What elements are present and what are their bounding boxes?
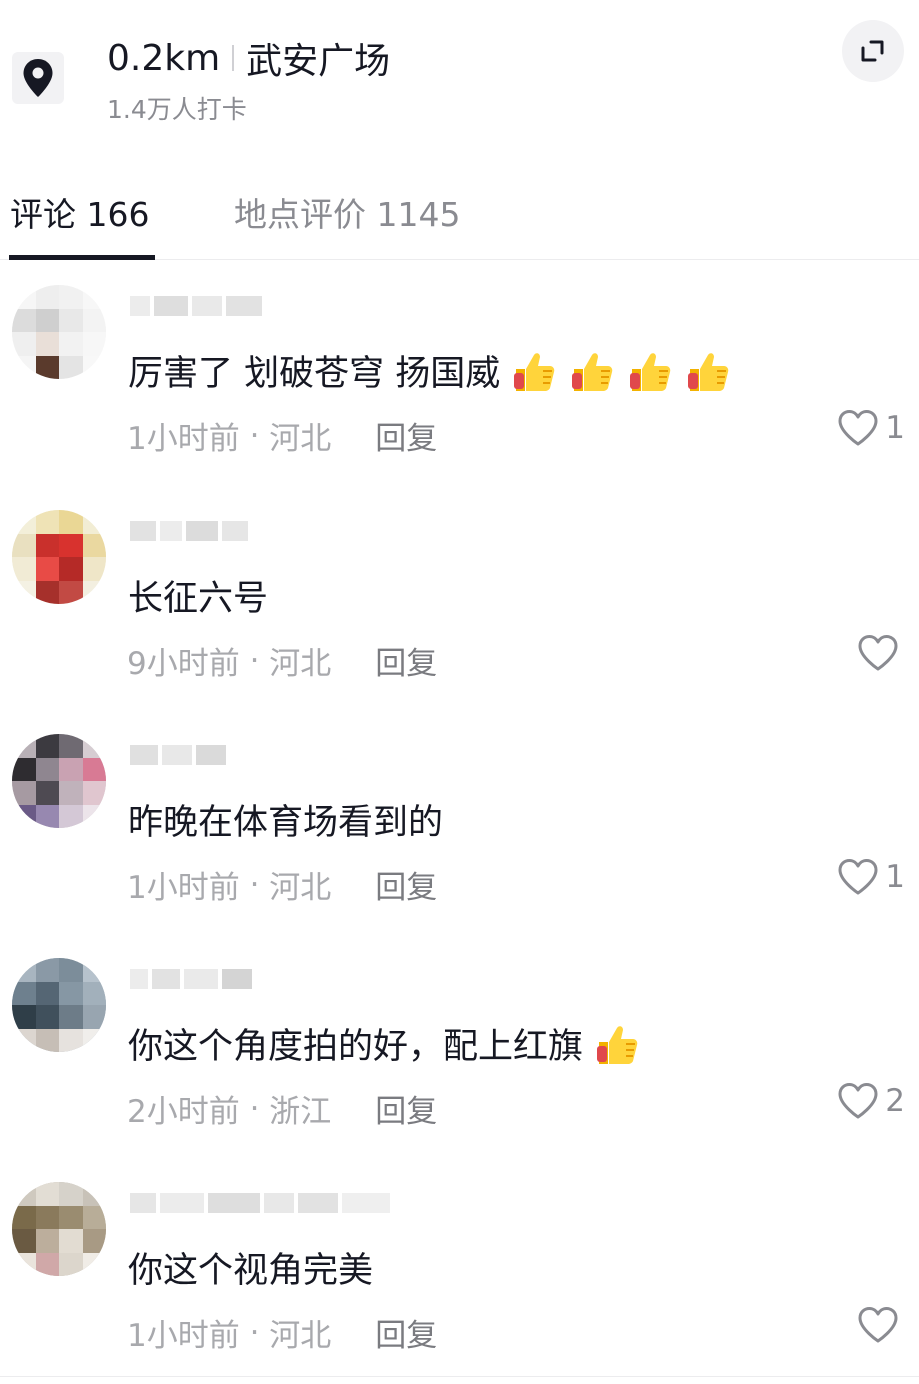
- heart-icon: [838, 1083, 878, 1119]
- thumbs-up-emoji-icon: [593, 1020, 641, 1068]
- thumbs-up-emoji-icon: [684, 347, 732, 395]
- reply-button[interactable]: 回复: [375, 638, 437, 683]
- location-name: 武安广场: [246, 41, 391, 82]
- username-obscured[interactable]: [130, 1186, 390, 1220]
- comment-item: 你这个视角完美 1小时前 · 河北 回复: [0, 1182, 919, 1384]
- comment-text: 你这个角度拍的好，配上红旗: [128, 1018, 641, 1069]
- comment-body: 你这个视角完美: [128, 1251, 374, 1291]
- avatar[interactable]: [12, 958, 106, 1052]
- comment-region: 河北: [269, 870, 332, 906]
- avatar[interactable]: [12, 1182, 106, 1276]
- like-button[interactable]: 2: [837, 1082, 905, 1120]
- avatar[interactable]: [12, 510, 106, 604]
- avatar[interactable]: [12, 285, 106, 379]
- tab-comments[interactable]: 评论 166: [10, 188, 149, 236]
- meta-dot: ·: [239, 866, 270, 903]
- like-button[interactable]: 1: [837, 409, 905, 447]
- comment-time: 1小时前: [127, 870, 240, 906]
- meta-dot: ·: [239, 417, 270, 454]
- comment-time: 1小时前: [127, 1318, 240, 1354]
- comment-body: 厉害了 划破苍穹 扬国威: [128, 354, 501, 394]
- reply-button[interactable]: 回复: [375, 862, 437, 907]
- username-obscured[interactable]: [130, 738, 226, 772]
- comment-text: 你这个视角完美: [128, 1242, 373, 1293]
- comment-item: 厉害了 划破苍穹 扬国威 1小时前 · 河北 回复 1: [0, 285, 919, 509]
- comment-region: 浙江: [269, 1094, 332, 1130]
- comment-text: 长征六号: [128, 570, 268, 621]
- location-header: 0.2km 武安广场 1.4万人打卡: [0, 0, 919, 150]
- comment-region: 河北: [269, 646, 332, 682]
- comment-meta: 1小时前 · 河北 回复: [127, 413, 437, 458]
- comment-text: 昨晚在体育场看到的: [128, 794, 443, 845]
- comment-body: 长征六号: [128, 579, 269, 619]
- thumbs-up-emoji-icon: [510, 347, 558, 395]
- expand-button[interactable]: [842, 20, 904, 82]
- like-count: 2: [885, 1083, 905, 1119]
- username-obscured[interactable]: [130, 962, 252, 996]
- comment-body: 你这个角度拍的好，配上红旗: [128, 1027, 584, 1067]
- comment-body: 昨晚在体育场看到的: [128, 803, 444, 843]
- comment-meta: 1小时前 · 河北 回复: [127, 1310, 437, 1355]
- heart-icon: [858, 1307, 898, 1343]
- heart-icon: [858, 635, 898, 671]
- username-obscured[interactable]: [130, 289, 262, 323]
- location-distance: 0.2km: [107, 37, 221, 79]
- heart-icon: [838, 859, 878, 895]
- reply-button[interactable]: 回复: [375, 1310, 437, 1355]
- meta-dot: ·: [239, 642, 270, 679]
- comment-meta: 9小时前 · 河北 回复: [127, 638, 437, 683]
- active-tab-indicator: [9, 255, 155, 260]
- heart-icon: [838, 410, 878, 446]
- thumbs-up-emoji-icon: [626, 347, 674, 395]
- like-button[interactable]: [857, 1306, 905, 1344]
- comment-region: 河北: [269, 1318, 332, 1354]
- comment-text: 厉害了 划破苍穹 扬国威: [128, 345, 732, 396]
- location-pin-icon: [23, 59, 53, 97]
- location-checkins: 1.4万人打卡: [107, 95, 247, 124]
- bottom-divider: [0, 1376, 919, 1377]
- like-button[interactable]: 1: [837, 858, 905, 896]
- comment-time: 1小时前: [127, 421, 240, 457]
- comment-meta: 1小时前 · 河北 回复: [127, 862, 437, 907]
- comment-time: 2小时前: [127, 1094, 240, 1130]
- like-count: 1: [885, 410, 905, 446]
- comment-time: 9小时前: [127, 646, 240, 682]
- username-obscured[interactable]: [130, 514, 248, 548]
- meta-dot: ·: [239, 1314, 270, 1351]
- location-pin-button[interactable]: [12, 52, 64, 104]
- tab-place-reviews[interactable]: 地点评价 1145: [234, 188, 460, 236]
- like-count: 1: [885, 859, 905, 895]
- expand-icon: [861, 40, 884, 62]
- title-divider: [232, 45, 235, 71]
- comment-region: 河北: [269, 421, 332, 457]
- location-title[interactable]: 0.2km 武安广场: [107, 32, 390, 84]
- like-button[interactable]: [857, 634, 905, 672]
- avatar[interactable]: [12, 734, 106, 828]
- comment-item: 长征六号 9小时前 · 河北 回复: [0, 510, 919, 734]
- comment-item: 昨晚在体育场看到的 1小时前 · 河北 回复 1: [0, 734, 919, 958]
- meta-dot: ·: [239, 1090, 270, 1127]
- thumbs-up-emoji-icon: [568, 347, 616, 395]
- reply-button[interactable]: 回复: [375, 413, 437, 458]
- comment-item: 你这个角度拍的好，配上红旗 2小时前 · 浙江 回复 2: [0, 958, 919, 1182]
- comment-tabs: 评论 166 地点评价 1145: [0, 160, 919, 260]
- comment-meta: 2小时前 · 浙江 回复: [127, 1086, 437, 1131]
- reply-button[interactable]: 回复: [375, 1086, 437, 1131]
